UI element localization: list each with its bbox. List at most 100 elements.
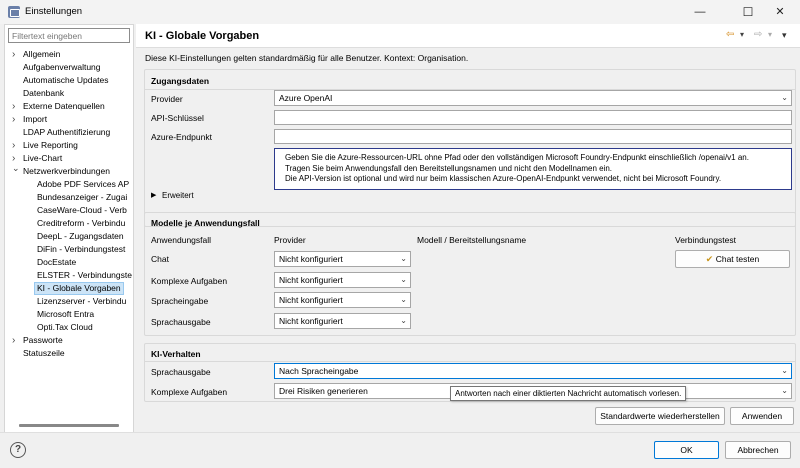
- tree-item-label: LDAP Authentifizierung: [23, 127, 111, 137]
- tree-item[interactable]: Aufgabenverwaltung: [5, 61, 133, 74]
- api-key-field[interactable]: [274, 110, 792, 125]
- tree-item-label: Live Reporting: [23, 140, 78, 150]
- tree-item[interactable]: LDAP Authentifizierung: [5, 126, 133, 139]
- endpoint-label: Azure-Endpunkt: [151, 132, 212, 142]
- tree-item[interactable]: DeepL - Zugangsdaten: [5, 230, 133, 243]
- tree-item[interactable]: ELSTER - Verbindungste: [5, 269, 133, 282]
- forward-arrow-icon[interactable]: ⇨: [754, 29, 762, 40]
- chevron-right-icon[interactable]: ›: [12, 139, 15, 152]
- verhalten-title: KI-Verhalten: [151, 349, 201, 359]
- chat-test-button[interactable]: ✔ Chat testen: [675, 250, 790, 268]
- tree-item-label: Externe Datenquellen: [23, 101, 105, 111]
- select-value: Nach Spracheingabe: [279, 366, 359, 376]
- tree-item[interactable]: Datenbank: [5, 87, 133, 100]
- back-menu-chevron-icon[interactable]: ▾: [740, 30, 744, 39]
- preferences-sidebar: Filtertext eingeben › Allgemein Aufgabenve…: [4, 24, 134, 434]
- tree-item-label: Automatische Updates: [23, 75, 109, 85]
- cancel-button[interactable]: Abbrechen: [725, 441, 791, 459]
- window-titlebar: Einstellungen — ☐ ✕: [0, 0, 800, 24]
- chevron-right-icon[interactable]: ›: [12, 48, 15, 61]
- minimize-button[interactable]: —: [680, 0, 720, 24]
- forward-menu-chevron-icon[interactable]: ▾: [768, 30, 772, 39]
- sidebar-horizontal-scrollbar[interactable]: [19, 424, 119, 427]
- group-separator: [145, 361, 795, 362]
- chevron-down-icon: ⌄: [400, 295, 407, 304]
- chat-test-label: Chat testen: [715, 254, 760, 264]
- tree-item[interactable]: Microsoft Entra: [5, 308, 133, 321]
- info-line: Die API-Version ist optional und wird nu…: [285, 174, 722, 183]
- tree-item[interactable]: Automatische Updates: [5, 74, 133, 87]
- tree-item[interactable]: › Externe Datenquellen: [5, 100, 133, 113]
- tree-item[interactable]: Opti.Tax Cloud: [5, 321, 133, 334]
- tree-item-label: Opti.Tax Cloud: [37, 322, 93, 332]
- chevron-down-icon[interactable]: ⌄: [12, 165, 20, 175]
- tree-item-label: CaseWare-Cloud - Verb: [37, 205, 127, 215]
- modelle-title: Modelle je Anwendungsfall: [151, 218, 260, 228]
- tree-item[interactable]: › Import: [5, 113, 133, 126]
- close-button[interactable]: ✕: [760, 0, 800, 24]
- back-arrow-icon[interactable]: ⇦: [726, 29, 734, 40]
- tree-item[interactable]: Adobe PDF Services AP: [5, 178, 133, 191]
- modelle-group: Modelle je Anwendungsfall Anwendungsfall…: [144, 212, 796, 336]
- tree-item-label: Datenbank: [23, 88, 65, 98]
- tree-item[interactable]: Statuszeile: [5, 347, 133, 360]
- tree-item-label: KI - Globale Vorgaben: [34, 282, 124, 295]
- restore-defaults-button[interactable]: Standardwerte wiederherstellen: [595, 407, 725, 425]
- provider-select-chat[interactable]: Nicht konfiguriert ⌄: [274, 251, 411, 267]
- speech-output-label: Sprachausgabe: [151, 367, 211, 377]
- speech-output-select[interactable]: Nach Spracheingabe ⌄: [274, 363, 792, 379]
- col-header-test: Verbindungstest: [675, 235, 736, 245]
- select-value: Nicht konfiguriert: [279, 295, 343, 305]
- provider-select-value: Azure OpenAI: [279, 93, 333, 103]
- tree-item[interactable]: DiFin - Verbindungstest: [5, 243, 133, 256]
- tree-item[interactable]: DocEstate: [5, 256, 133, 269]
- tooltip: Antworten nach einer diktierten Nachrich…: [450, 386, 687, 401]
- tree-item[interactable]: Lizenzserver - Verbindu: [5, 295, 133, 308]
- col-header-provider: Provider: [274, 235, 306, 245]
- apply-button[interactable]: Anwenden: [730, 407, 794, 425]
- advanced-toggle[interactable]: Erweitert: [162, 191, 194, 200]
- tree-item-label: Passworte: [23, 335, 63, 345]
- chevron-down-icon: ⌄: [781, 386, 788, 395]
- select-value: Drei Risiken generieren: [279, 386, 368, 396]
- tree-item-label: ELSTER - Verbindungste: [37, 270, 132, 280]
- tree-item[interactable]: › Passworte: [5, 334, 133, 347]
- dialog-button-bar: ? OK Abbrechen: [0, 432, 800, 468]
- usecase-speech-output: Sprachausgabe: [151, 317, 211, 327]
- filter-input[interactable]: Filtertext eingeben: [8, 28, 130, 43]
- tree-item[interactable]: KI - Globale Vorgaben: [5, 282, 133, 295]
- tree-item-label: Aufgabenverwaltung: [23, 62, 101, 72]
- help-icon[interactable]: ?: [10, 442, 26, 458]
- tree-item[interactable]: Creditreform - Verbindu: [5, 217, 133, 230]
- provider-select[interactable]: Azure OpenAI ⌄: [274, 90, 792, 106]
- provider-select-complex[interactable]: Nicht konfiguriert ⌄: [274, 272, 411, 288]
- zugangsdaten-title: Zugangsdaten: [151, 76, 210, 86]
- view-menu-chevron-icon[interactable]: ▾: [782, 30, 787, 41]
- tree-item[interactable]: ⌄ Netzwerkverbindungen: [5, 165, 133, 178]
- chevron-right-icon[interactable]: ›: [12, 113, 15, 126]
- tree-item-label: Lizenzserver - Verbindu: [37, 296, 127, 306]
- chevron-right-icon[interactable]: ›: [12, 100, 15, 113]
- info-line: Tragen Sie beim Anwendungsfall den Berei…: [285, 163, 613, 173]
- provider-select-speech-output[interactable]: Nicht konfiguriert ⌄: [274, 313, 411, 329]
- chevron-down-icon: ⌄: [400, 316, 407, 325]
- endpoint-field[interactable]: [274, 129, 792, 144]
- tree-item-label: Allgemein: [23, 49, 61, 59]
- provider-select-speech-input[interactable]: Nicht konfiguriert ⌄: [274, 292, 411, 308]
- caret-right-icon[interactable]: ▶: [151, 191, 156, 199]
- tree-item[interactable]: CaseWare-Cloud - Verb: [5, 204, 133, 217]
- ok-button[interactable]: OK: [654, 441, 719, 459]
- page-title: KI - Globale Vorgaben: [145, 30, 260, 42]
- usecase-speech-input: Spracheingabe: [151, 296, 209, 306]
- tree-item-label: Adobe PDF Services AP: [37, 179, 130, 189]
- tree-item[interactable]: › Live-Chart: [5, 152, 133, 165]
- chevron-right-icon[interactable]: ›: [12, 152, 15, 165]
- tree-item[interactable]: Bundesanzeiger - Zugai: [5, 191, 133, 204]
- tree-item[interactable]: › Allgemein: [5, 48, 133, 61]
- chevron-right-icon[interactable]: ›: [12, 334, 15, 347]
- tree-item-label: DeepL - Zugangsdaten: [37, 231, 124, 241]
- tree-item-label: Live-Chart: [23, 153, 63, 163]
- info-line: Geben Sie die Azure-Ressourcen-URL ohne …: [285, 153, 749, 162]
- tree-item[interactable]: › Live Reporting: [5, 139, 133, 152]
- preference-page: KI - Globale Vorgaben ⇦ ▾ ⇨ ▾ ▾ Diese KI…: [136, 24, 800, 432]
